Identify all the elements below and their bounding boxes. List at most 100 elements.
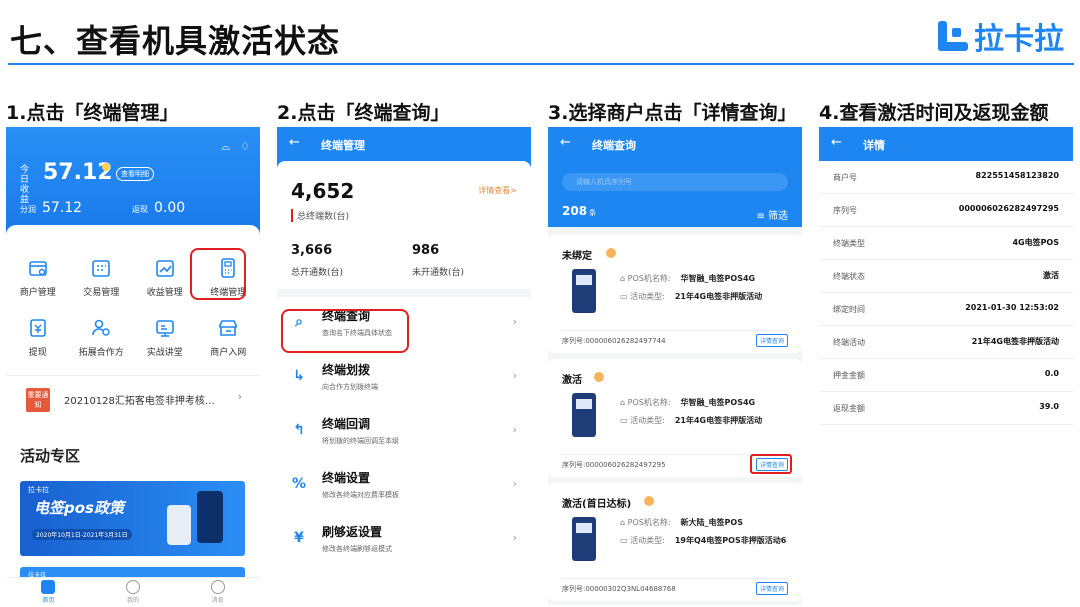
cashback-earnings: 返现 0.00 [132,200,186,216]
result-count: 208 条 [562,204,597,218]
pos-device-image [167,505,191,545]
terminal-list-item[interactable]: 激活(首日达标) ⌂ POS机名称: 新大陆_电签POS ▭ 活动类型: 19年Q4… [548,483,802,601]
highlight-terminal-query [281,309,409,353]
tab-home[interactable]: 首页 [6,578,91,605]
grid-item-withdraw[interactable]: 提现 [6,310,70,370]
chevron-right-icon: › [237,390,242,403]
onboard-icon [219,320,238,336]
slide-title: 七、查看机具激活状态 [10,22,341,60]
merchant-icon [28,261,47,276]
detail-row: 押金金额 0.0 [819,359,1073,392]
pos-device-image [572,517,596,561]
serial-search-input[interactable]: 请输入机具序列号 [562,173,788,191]
notice-bar[interactable]: 重要通知 20210128汇拓客电签非押考核… › [6,375,260,421]
back-arrow-icon[interactable]: ← [289,135,300,150]
menu-item-terminal-settings[interactable]: % 终端设置 修改各终端对应费率模板 › [277,459,531,513]
header-title: 终端管理 [321,139,365,152]
percent-icon: % [291,476,307,492]
detail-row: 终端活动 21年4G电签非押版活动 [819,326,1073,359]
lakala-logo-icon [938,21,968,51]
notice-badge: 重要通知 [26,388,50,412]
grid-item-merchant[interactable]: 商户管理 [6,250,70,310]
menu-item-cashback-settings[interactable]: ¥ 刷够返设置 修改各终端刷够返模式 › [277,513,531,567]
bell-icon[interactable]: ♢ [240,140,250,154]
grid-item-income[interactable]: 收益管理 [133,250,197,310]
logo-text: 拉卡拉 [974,22,1064,57]
status-icon [606,248,616,258]
lakala-logo: 拉卡拉 [938,14,1064,58]
message-icon [210,580,225,594]
total-terminals-value: 4,652 [291,179,355,203]
detail-query-button[interactable]: 详情查询 [755,582,788,595]
header-bar: ← 详情 [819,127,1073,161]
status-icon [644,496,654,506]
banner-title: 电签pos政策 [34,499,124,517]
partner-icon [92,319,110,336]
notice-text: 20210128汇拓客电签非押考核… [64,396,215,407]
activity-zone-title: 活动专区 [20,447,81,465]
step-4-label: 4.查看激活时间及返现金额 [819,102,1049,124]
user-icon [126,580,140,594]
tab-profile[interactable]: 我的 [91,578,176,605]
withdraw-icon [29,319,46,337]
terminal-stats-card: 4,652 总终端数(台) 详情查看> 3,666 总开通数(台) 986 未开… [277,161,531,289]
back-arrow-icon[interactable]: ← [831,135,842,150]
detail-row: 商户号 822551458123820 [819,161,1073,194]
pos-device-image [572,393,596,437]
detail-row: 返现金额 39.0 [819,392,1073,425]
return-icon: ↰ [293,422,305,438]
terminal-list-item[interactable]: 激活 ⌂ POS机名称: 华智融_电签POS4G ▭ 活动类型: 21年4G电签非押… [548,359,802,477]
cashback-icon: ¥ [294,530,304,546]
coin-icon [102,163,110,171]
lecture-icon [155,320,174,337]
banner-logo: 拉卡拉 [28,486,49,494]
detail-row: 终端类型 4G电签POS [819,227,1073,260]
inactive-label: 未开通数(台) [412,268,465,278]
terminal-list-item[interactable]: 未绑定 ⌂ POS机名称: 华智融_电签POS4G ▭ 活动类型: 21年4G电签非… [548,235,802,353]
transaction-icon [92,260,111,277]
menu-item-terminal-return[interactable]: ↰ 终端回调 将划拨的终端回调至本级 › [277,405,531,459]
slide: 七、查看机具激活状态 拉卡拉 1.点击「终端管理」 2.点击「终端查询」 3.选… [0,0,1080,607]
headset-icon[interactable]: ⌓ [221,140,230,154]
highlight-terminal-management [190,248,246,300]
menu-item-terminal-transfer[interactable]: ↳ 终端划拨 向合作方划拨终端 › [277,351,531,405]
tab-messages[interactable]: 消息 [175,578,260,605]
pos-device-image [572,269,596,313]
split-earnings: 分润 57.12 [20,200,83,216]
banner-date: 2020年10月1日-2021年3月31日 [32,529,132,540]
grid-item-lecture[interactable]: 实战讲堂 [133,310,197,370]
view-details-link[interactable]: 详情查看> [478,185,517,196]
activated-label: 总开通数(台) [291,268,344,278]
view-detail-button[interactable]: 查看明细 [116,167,154,181]
grid-item-onboard[interactable]: 商户入网 [197,310,261,370]
step-3-label: 3.选择商户点击「详情查询」 [548,102,797,124]
phone-home-screen: ⌓ ♢ 今日收益 57.12 查看明细 分润 57.12 返现 0.00 商户管理 … [6,127,260,605]
phone-terminal-query: ← 终端查询 请输入机具序列号 208 条 ≡ 筛选 未绑定 ⌂ POS机名称: 华… [548,127,802,605]
pos-device-image [197,491,223,543]
step-1-label: 1.点击「终端管理」 [6,102,179,124]
detail-list: 商户号 822551458123820 序列号 000006026282497295… [819,161,1073,605]
grid-item-partner[interactable]: 拓展合作方 [70,310,134,370]
policy-banner[interactable]: 拉卡拉 电签pos政策 2020年10月1日-2021年3月31日 [20,481,245,556]
status-icon [594,372,604,382]
detail-row: 终端状态 激活 [819,260,1073,293]
activated-value: 3,666 [291,243,333,258]
income-icon [155,260,174,277]
bottom-tab-bar: 首页 我的 消息 [6,577,260,605]
filter-button[interactable]: ≡ 筛选 [756,207,788,222]
phone-terminal-management: ← 终端管理 4,652 总终端数(台) 详情查看> 3,666 总开通数(台)… [277,127,531,605]
transfer-icon: ↳ [293,368,305,384]
header-title: 终端查询 [592,139,636,152]
inactive-value: 986 [412,243,440,258]
total-terminals-label: 总终端数(台) [291,209,349,222]
detail-row: 绑定时间 2021-01-30 12:53:02 [819,293,1073,326]
home-icon [41,580,56,594]
step-2-label: 2.点击「终端查询」 [277,102,450,124]
back-arrow-icon[interactable]: ← [560,135,571,150]
detail-query-button[interactable]: 详情查询 [755,334,788,347]
header-bar: ← 终端管理 [277,127,531,161]
title-divider [8,63,1074,65]
grid-item-transaction[interactable]: 交易管理 [70,250,134,310]
phone-terminal-detail: ← 详情 商户号 822551458123820 序列号 0000060262824… [819,127,1073,605]
header-bar: ← 终端查询 [548,127,802,161]
